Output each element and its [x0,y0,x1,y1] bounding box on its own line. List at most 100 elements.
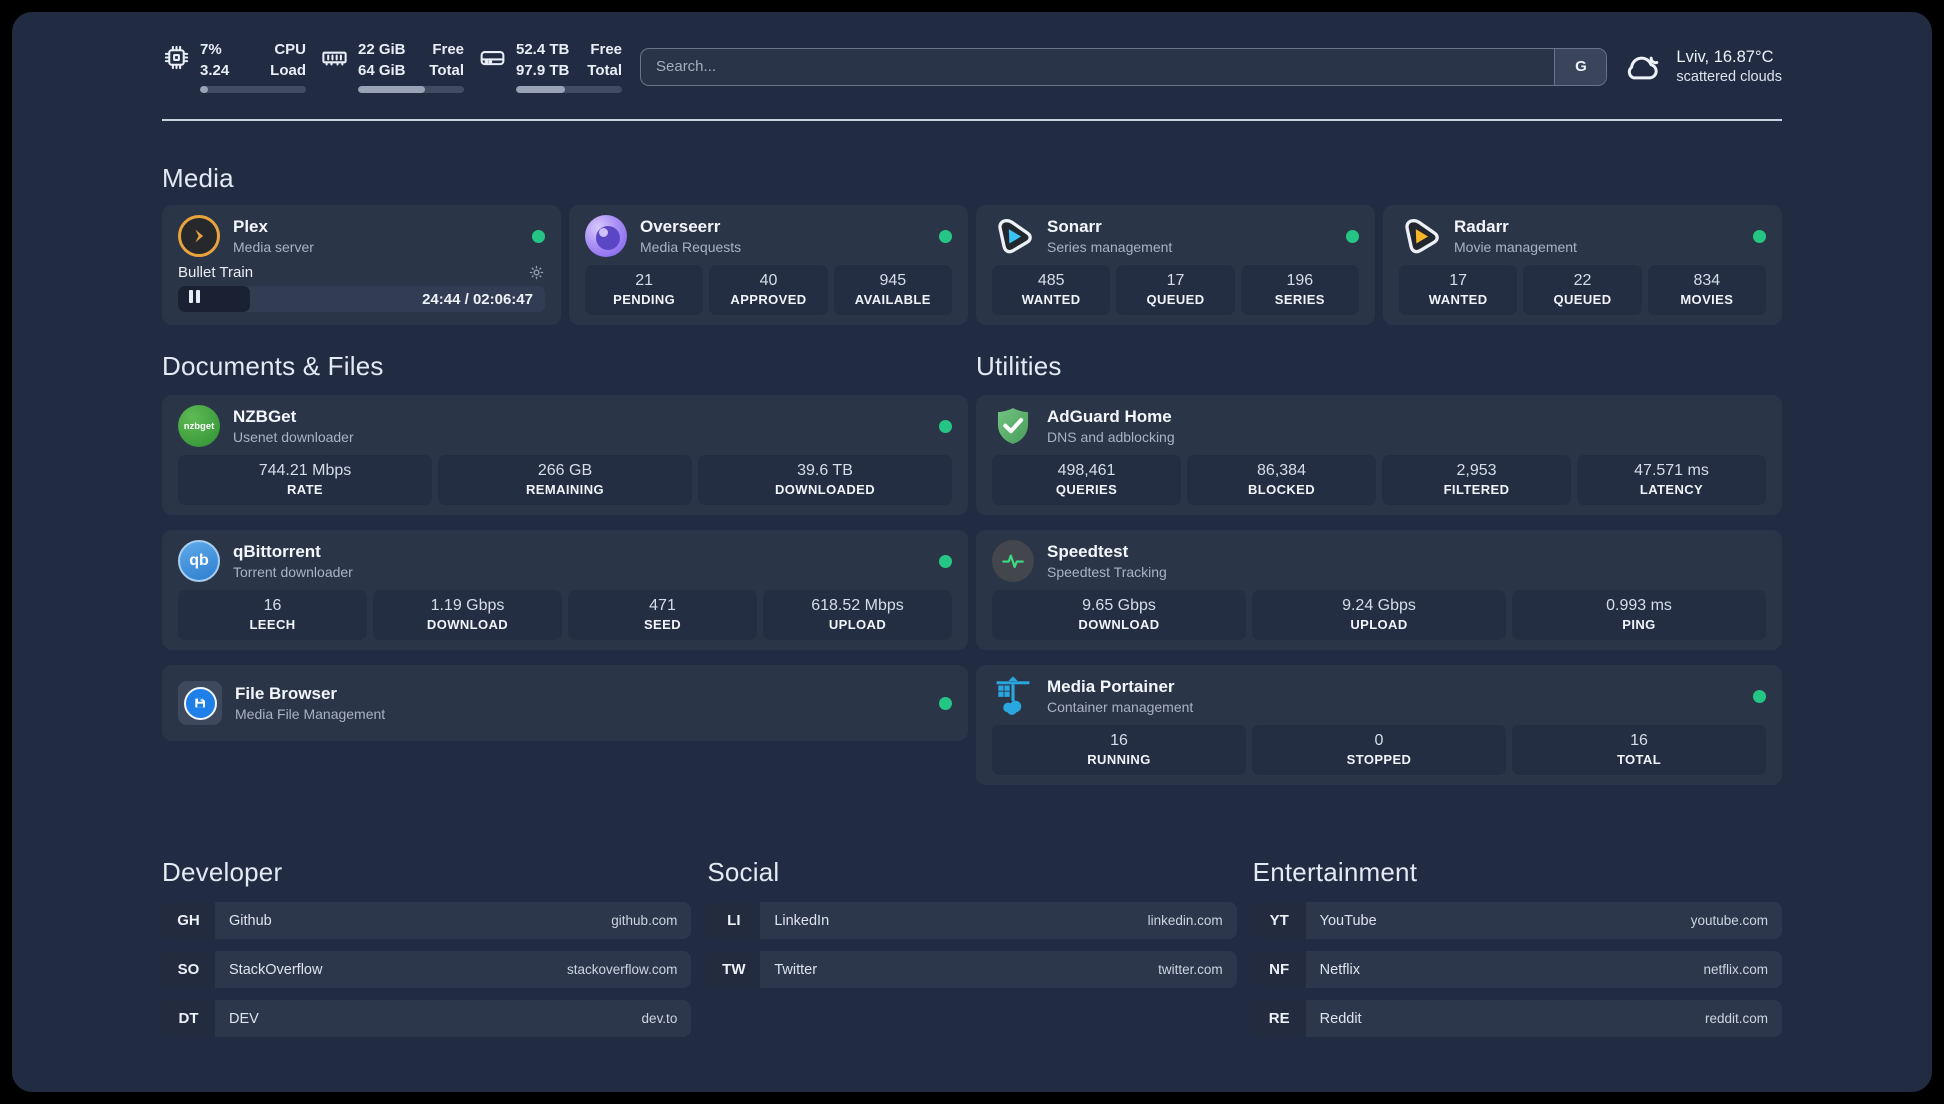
playback-time: 24:44 / 02:06:47 [422,290,533,308]
stat-download: 9.65 Gbps DOWNLOAD [992,590,1246,641]
cpu-usage-value: 7% [200,41,222,58]
radarr-icon [1399,215,1441,257]
app-subtitle: Series management [1047,239,1173,256]
section-heading-developer: Developer [162,857,283,888]
storage-metric: 52.4 TB 97.9 TB Free Total [478,40,622,94]
link-url: reddit.com [1704,1011,1768,1027]
nzbget-card[interactable]: nzbget NZBGet Usenet downloader 744.21 M… [162,395,968,516]
stat-latency: 47.571 ms LATENCY [1577,455,1766,506]
plex-card[interactable]: Plex Media server Bullet Train 24:44 / 0… [162,205,561,326]
speedtest-card[interactable]: Speedtest Speedtest Tracking 9.65 Gbps DO… [976,530,1782,651]
stat-ping: 0.993 ms PING [1512,590,1766,641]
link-twitter[interactable]: TW Twitter twitter.com [707,951,1237,989]
link-netflix[interactable]: NF Netflix netflix.com [1252,951,1782,989]
overseerr-card[interactable]: Overseerr Media Requests 21 PENDING 40 APP… [569,205,968,326]
speedtest-icon [992,540,1034,583]
pause-icon[interactable] [189,290,200,308]
app-subtitle: Media server [233,239,314,256]
stat-download: 1.19 Gbps DOWNLOAD [373,590,562,641]
memory-total-label: Total [429,61,464,79]
qbittorrent-card[interactable]: qb qBittorrent Torrent downloader 16 LEEC… [162,530,968,651]
cpu-label: CPU [274,41,306,58]
cloud-icon [1623,47,1663,87]
app-title: Media Portainer [1047,677,1175,697]
storage-total-value: 97.9 TB [516,61,570,79]
link-reddit[interactable]: RE Reddit reddit.com [1252,1000,1782,1038]
link-name: YouTube [1319,912,1377,929]
app-subtitle: Media File Management [235,706,386,723]
stat-seed: 471 SEED [568,590,757,641]
app-title: NZBGet [233,407,297,427]
adguard-card[interactable]: AdGuard Home DNS and adblocking 498,461 Q… [976,395,1782,516]
now-playing-title: Bullet Train [178,264,254,282]
status-dot [1753,689,1766,703]
section-heading-social: Social [707,857,780,888]
status-dot [1346,229,1359,243]
search-engine-button[interactable]: G [1554,48,1607,85]
portainer-card[interactable]: Media Portainer Container management 16 R… [976,665,1782,786]
weather-condition: scattered clouds [1676,69,1782,86]
storage-progress-fill [516,86,565,94]
link-dev[interactable]: DT DEV dev.to [162,1000,692,1038]
cpu-load-value: 3.24 [200,61,230,79]
status-dot [1753,229,1766,243]
section-heading-utilities: Utilities [976,351,1062,382]
topbar-divider [162,119,1782,122]
app-title: Speedtest [1047,542,1129,562]
section-heading-media: Media [162,163,234,194]
portainer-icon [992,675,1034,717]
search-input[interactable] [641,48,1555,85]
link-tag: DT [162,1000,215,1038]
link-youtube[interactable]: YT YouTube youtube.com [1252,902,1782,940]
stat-blocked: 86,384 BLOCKED [1187,455,1376,506]
cpu-icon [162,43,191,72]
memory-icon [320,43,349,72]
stat-queued: 17 QUEUED [1116,265,1235,316]
cpu-metric: 7% 3.24 CPU Load [162,40,306,94]
link-tag: GH [162,902,215,940]
stat-leech: 16 LEECH [178,590,367,641]
memory-total-value: 64 GiB [358,61,406,79]
stat-series: 196 SERIES [1240,265,1359,316]
app-title: Plex [233,217,268,237]
filebrowser-card[interactable]: File Browser Media File Management [162,665,968,742]
utilities-column: Utilities AdGuard Home DNS and adblockin… [976,351,1782,786]
storage-total-label: Total [587,61,622,79]
link-name: StackOverflow [229,961,323,978]
stat-total: 16 TOTAL [1512,725,1766,776]
link-stackoverflow[interactable]: SO StackOverflow stackoverflow.com [162,951,692,989]
entertainment-column: Entertainment YT YouTube youtube.com NF … [1252,857,1782,1049]
stat-queries: 498,461 QUERIES [992,455,1181,506]
memory-progress-bar [358,86,464,94]
app-title: File Browser [235,684,338,704]
app-subtitle: Usenet downloader [233,429,354,446]
sonarr-card[interactable]: Sonarr Series management 485 WANTED 17 QUE… [976,205,1375,326]
storage-progress-bar [516,86,622,94]
link-url: youtube.com [1690,913,1768,929]
stat-wanted: 485 WANTED [992,265,1111,316]
link-url: dev.to [641,1011,678,1027]
dashboard: 7% 3.24 CPU Load 22 GiB 64 GiB Free Tota… [12,12,1932,1092]
stat-downloaded: 39.6 TB DOWNLOADED [698,455,952,506]
link-tag: RE [1252,1000,1306,1038]
status-dot [532,229,545,243]
section-heading-entertainment: Entertainment [1252,857,1418,888]
stat-wanted: 17 WANTED [1399,265,1518,316]
link-tag: SO [162,951,215,989]
status-dot [939,554,952,568]
storage-free-label: Free [590,41,622,58]
link-url: netflix.com [1703,962,1768,978]
link-name: Github [229,912,272,929]
link-tag: YT [1252,902,1306,940]
link-linkedin[interactable]: LI LinkedIn linkedin.com [707,902,1237,940]
memory-metric: 22 GiB 64 GiB Free Total [320,40,464,94]
radarr-card[interactable]: Radarr Movie management 17 WANTED 22 QUEUE… [1383,205,1782,326]
weather-location-temp: Lviv, 16.87°C [1676,48,1774,67]
app-subtitle: Movie management [1454,239,1577,256]
app-title: AdGuard Home [1047,407,1172,427]
qbittorrent-icon: qb [178,540,220,583]
settings-gear-icon[interactable] [528,264,545,281]
link-github[interactable]: GH Github github.com [162,902,692,940]
link-name: DEV [229,1010,259,1027]
social-column: Social LI LinkedIn linkedin.com TW Twitt… [707,857,1237,1049]
